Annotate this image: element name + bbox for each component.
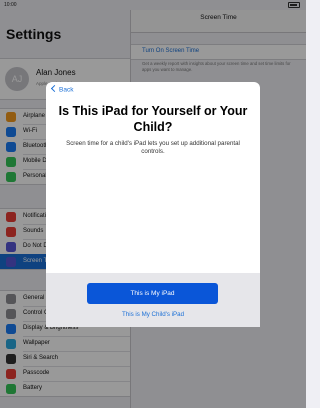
chevron-left-icon xyxy=(50,84,59,93)
modal-title: Is This iPad for Yourself or Your Child? xyxy=(58,104,248,134)
back-button[interactable]: Back xyxy=(50,84,74,94)
modal-subtitle: Screen time for a child's iPad lets you … xyxy=(66,140,240,155)
this-is-my-ipad-button[interactable]: This is My iPad xyxy=(87,283,218,304)
back-label: Back xyxy=(59,86,74,94)
this-is-my-childs-ipad-link[interactable]: This is My Child's iPad xyxy=(46,311,260,318)
